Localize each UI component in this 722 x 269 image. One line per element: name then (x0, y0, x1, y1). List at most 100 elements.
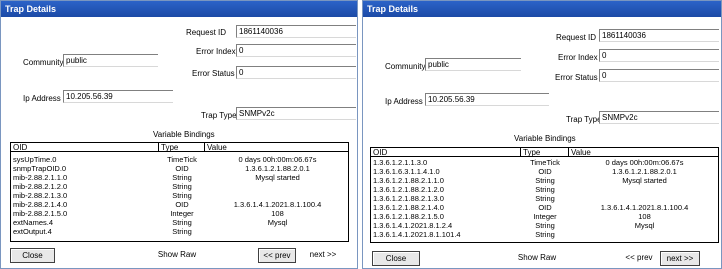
oid-cell: 1.3.6.1.2.1.88.2.1.2.0 (373, 186, 444, 194)
type-cell: OID (175, 201, 189, 209)
oid-cell: mib-2.88.2.1.1.0 (13, 174, 68, 182)
value-column-header[interactable]: Value (569, 148, 718, 157)
error-index-label: Error Index (196, 47, 236, 56)
type-cell: String (535, 222, 555, 230)
trap-type-field[interactable]: SNMPv2c (236, 107, 356, 120)
value-cell: 1.3.6.1.4.1.2021.8.1.100.4 (600, 204, 689, 212)
value-cell: Mysql started (622, 177, 667, 185)
table-row[interactable]: mib-2.88.2.1.2.0 String (11, 183, 348, 191)
oid-cell: extOutput.4 (13, 228, 52, 236)
ip-address-label: Ip Address (385, 97, 423, 106)
type-cell: String (535, 177, 555, 185)
table-row[interactable]: extNames.4 String Mysql (11, 219, 348, 227)
value-cell: 1.3.6.1.2.1.88.2.0.1 (245, 165, 310, 173)
oid-cell: 1.3.6.1.2.1.88.2.1.5.0 (373, 213, 444, 221)
oid-cell: mib-2.88.2.1.4.0 (13, 201, 68, 209)
type-cell: TimeTick (530, 159, 560, 167)
community-field[interactable]: public (63, 54, 158, 67)
type-cell: OID (175, 165, 189, 173)
ip-address-field[interactable]: 10.205.56.39 (425, 93, 549, 106)
table-row[interactable]: 1.3.6.1.2.1.1.3.0 TimeTick 0 days 00h:00m:… (371, 159, 718, 167)
table-row[interactable]: 1.3.6.1.2.1.88.2.1.3.0 String (371, 195, 718, 203)
error-status-label: Error Status (555, 73, 598, 82)
table-row[interactable]: 1.3.6.1.4.1.2021.8.1.101.4 String (371, 231, 718, 239)
window-title: Trap Details (363, 1, 721, 17)
table-row[interactable]: mib-2.88.2.1.1.0 String Mysql started (11, 174, 348, 182)
type-cell: String (172, 183, 192, 191)
prev-button[interactable]: << prev (620, 251, 658, 266)
oid-cell: 1.3.6.1.2.1.1.3.0 (373, 159, 428, 167)
type-column-header[interactable]: Type (159, 143, 205, 152)
type-cell: Integer (533, 213, 557, 221)
show-raw-button[interactable]: Show Raw (152, 248, 202, 263)
close-button[interactable]: Close (372, 251, 420, 266)
oid-cell: 1.3.6.1.2.1.88.2.1.1.0 (373, 177, 444, 185)
table-row[interactable]: snmpTrapOID.0 OID 1.3.6.1.2.1.88.2.0.1 (11, 165, 348, 173)
table-row[interactable]: 1.3.6.1.2.1.88.2.1.2.0 String (371, 186, 718, 194)
value-cell: 0 days 00h:00m:06.67s (605, 159, 684, 167)
oid-cell: 1.3.6.1.2.1.88.2.1.3.0 (373, 195, 444, 203)
error-index-label: Error Index (558, 53, 598, 62)
oid-cell: snmpTrapOID.0 (13, 165, 67, 173)
request-id-label: Request ID (186, 28, 227, 37)
type-cell: OID (538, 168, 552, 176)
oid-cell: extNames.4 (13, 219, 54, 227)
variable-bindings-label: Variable Bindings (514, 134, 576, 143)
community-label: Community (23, 58, 64, 67)
type-column-header[interactable]: Type (521, 148, 569, 157)
type-cell: String (535, 186, 555, 194)
table-row[interactable]: 1.3.6.1.2.1.88.2.1.5.0 Integer 108 (371, 213, 718, 221)
community-label: Community (385, 62, 426, 71)
request-id-label: Request ID (556, 33, 597, 42)
table-row[interactable]: 1.3.6.1.2.1.88.2.1.1.0 String Mysql starte… (371, 177, 718, 185)
window-title: Trap Details (1, 1, 357, 17)
trap-details-window-right: Trap Details Request ID 1861140036 Error… (362, 0, 722, 269)
table-header: OID Type Value (371, 148, 718, 157)
table-header: OID Type Value (11, 143, 348, 152)
table-row[interactable]: extOutput.4 String (11, 228, 348, 236)
variable-bindings-table[interactable]: OID Type Value sysUpTime.0 TimeTick 0 days… (10, 142, 349, 242)
error-status-label: Error Status (192, 69, 235, 78)
table-row[interactable]: mib-2.88.2.1.5.0 Integer 108 (11, 210, 348, 218)
error-status-field[interactable]: 0 (236, 66, 356, 79)
variable-bindings-label: Variable Bindings (153, 130, 215, 139)
table-row[interactable]: 1.3.6.1.4.1.2021.8.1.2.4 String Mysql (371, 222, 718, 230)
type-cell: String (172, 192, 192, 200)
ip-address-label: Ip Address (23, 94, 61, 103)
table-row[interactable]: 1.3.6.1.6.3.1.1.4.1.0 OID 1.3.6.1.2.1.88.2… (371, 168, 718, 176)
table-row[interactable]: sysUpTime.0 TimeTick 0 days 00h:00m:06.67s (11, 156, 348, 164)
type-cell: Integer (170, 210, 194, 218)
prev-button[interactable]: << prev (258, 248, 296, 263)
value-column-header[interactable]: Value (205, 143, 348, 152)
value-cell: 0 days 00h:00m:06.67s (238, 156, 317, 164)
table-row[interactable]: mib-2.88.2.1.3.0 String (11, 192, 348, 200)
type-cell: String (535, 195, 555, 203)
type-cell: String (172, 174, 192, 182)
oid-cell: 1.3.6.1.6.3.1.1.4.1.0 (373, 168, 440, 176)
oid-column-header[interactable]: OID (371, 148, 521, 157)
table-row[interactable]: 1.3.6.1.2.1.88.2.1.4.0 OID 1.3.6.1.4.1.202… (371, 204, 718, 212)
request-id-field[interactable]: 1861140036 (236, 25, 356, 38)
community-field[interactable]: public (425, 58, 521, 71)
ip-address-field[interactable]: 10.205.56.39 (63, 90, 173, 103)
value-cell: 108 (271, 210, 284, 218)
oid-cell: 1.3.6.1.4.1.2021.8.1.2.4 (373, 222, 453, 230)
next-button[interactable]: next >> (303, 248, 343, 263)
value-cell: Mysql started (255, 174, 300, 182)
oid-cell: 1.3.6.1.4.1.2021.8.1.101.4 (373, 231, 461, 239)
error-index-field[interactable]: 0 (236, 44, 356, 57)
request-id-field[interactable]: 1861140036 (599, 29, 719, 42)
error-index-field[interactable]: 0 (599, 49, 719, 62)
next-button[interactable]: next >> (660, 251, 700, 266)
error-status-field[interactable]: 0 (599, 69, 719, 82)
trap-type-field[interactable]: SNMPv2c (599, 111, 719, 124)
oid-column-header[interactable]: OID (11, 143, 159, 152)
value-cell: 1.3.6.1.2.1.88.2.0.1 (612, 168, 677, 176)
variable-bindings-table[interactable]: OID Type Value 1.3.6.1.2.1.1.3.0 TimeTick… (370, 147, 719, 243)
show-raw-button[interactable]: Show Raw (512, 251, 562, 266)
table-row[interactable]: mib-2.88.2.1.4.0 OID 1.3.6.1.4.1.2021.8.1.… (11, 201, 348, 209)
oid-cell: mib-2.88.2.1.5.0 (13, 210, 68, 218)
oid-cell: mib-2.88.2.1.3.0 (13, 192, 68, 200)
close-button[interactable]: Close (10, 248, 55, 263)
type-cell: TimeTick (167, 156, 197, 164)
